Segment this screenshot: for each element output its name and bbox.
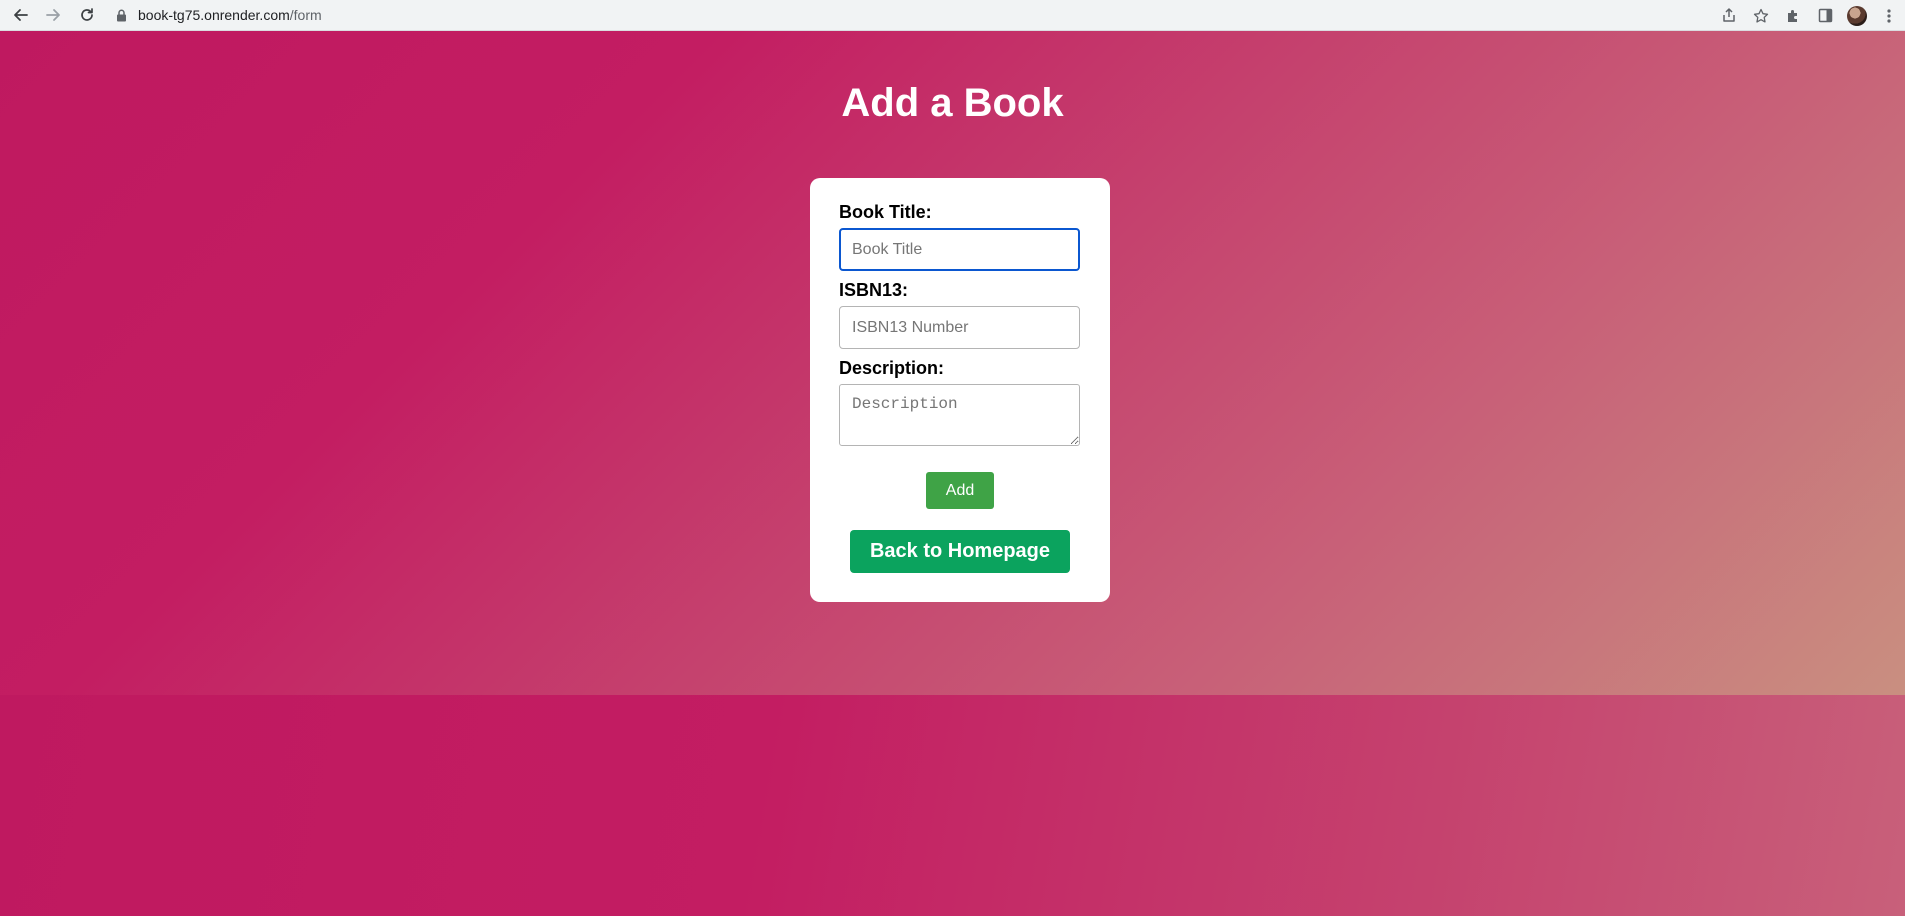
page-body: Add a Book Book Title: ISBN13: Descripti… — [0, 31, 1905, 916]
browser-toolbar: book-tg75.onrender.com/form — [0, 0, 1905, 31]
reload-icon[interactable] — [74, 2, 100, 28]
share-icon[interactable] — [1713, 3, 1745, 29]
address-bar[interactable]: book-tg75.onrender.com/form — [116, 2, 1776, 28]
side-panel-icon[interactable] — [1809, 3, 1841, 29]
add-button[interactable]: Add — [926, 472, 994, 509]
avatar[interactable] — [1847, 5, 1867, 26]
description-textarea[interactable] — [839, 384, 1080, 446]
back-arrow-icon[interactable] — [8, 2, 34, 28]
more-icon[interactable] — [1873, 3, 1905, 29]
extensions-icon[interactable] — [1777, 3, 1809, 29]
browser-actions — [1713, 0, 1905, 31]
url-host: book-tg75.onrender.com — [138, 7, 290, 23]
lower-background — [0, 695, 1905, 916]
back-to-homepage-button[interactable]: Back to Homepage — [850, 530, 1070, 573]
isbn-label: ISBN13: — [839, 280, 909, 300]
lock-icon — [116, 8, 130, 22]
isbn-input[interactable] — [839, 306, 1080, 349]
description-label: Description: — [839, 358, 945, 378]
star-icon[interactable] — [1745, 3, 1777, 29]
url-path: /form — [289, 7, 322, 23]
page-title: Add a Book — [841, 81, 1064, 125]
forward-arrow-icon[interactable] — [40, 2, 66, 28]
book-title-input[interactable] — [839, 228, 1080, 271]
book-title-label: Book Title: — [839, 202, 932, 222]
